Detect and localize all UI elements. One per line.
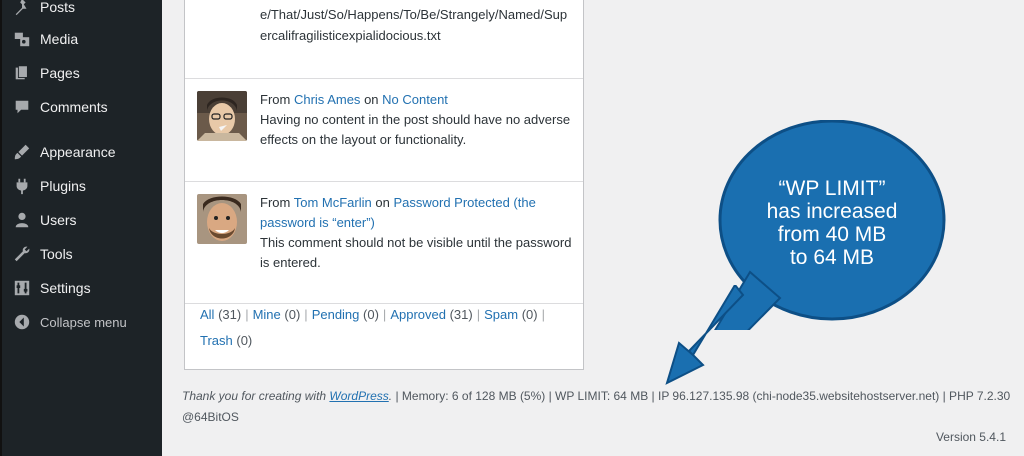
sidebar-item-appearance[interactable]: Appearance <box>2 137 162 167</box>
comment-from-label: From <box>260 92 291 107</box>
separator: | <box>245 307 249 322</box>
settings-icon <box>12 278 32 298</box>
sidebar-item-label: Appearance <box>40 144 116 160</box>
comment-item: From Chris Ames on No Content Having no … <box>185 78 583 181</box>
sidebar-item-label: Tools <box>40 246 73 262</box>
sidebar-item-comments[interactable]: Comments <box>2 92 162 122</box>
collapse-menu-button[interactable]: Collapse menu <box>2 307 162 337</box>
sidebar-item-label: Posts <box>40 0 76 15</box>
sidebar-item-media[interactable]: Media <box>2 24 162 54</box>
admin-sidebar: Posts Media Pages Comments Appearance Pl… <box>0 0 162 456</box>
collapse-menu-label: Collapse menu <box>40 314 127 330</box>
user-icon <box>12 210 32 230</box>
pages-icon <box>12 63 32 83</box>
collapse-icon <box>12 312 32 332</box>
plugin-icon <box>12 176 32 196</box>
comment-body: From Chris Ames on No Content Having no … <box>260 90 578 150</box>
comment-text: This comment should not be visible until… <box>260 235 572 270</box>
sidebar-item-plugins[interactable]: Plugins <box>2 171 162 201</box>
comment-text: Having no content in the post should hav… <box>260 112 571 147</box>
avatar <box>197 91 247 141</box>
filter-mine-link[interactable]: Mine (0) <box>253 307 301 322</box>
sidebar-item-label: Pages <box>40 65 80 81</box>
sidebar-item-label: Plugins <box>40 178 86 194</box>
callout-arrow-icon <box>665 285 745 385</box>
wrench-icon <box>12 244 32 264</box>
comment-icon <box>12 97 32 117</box>
sidebar-item-users[interactable]: Users <box>2 205 162 235</box>
separator: | <box>304 307 308 322</box>
comment-author-link[interactable]: Chris Ames <box>294 92 360 107</box>
media-icon <box>12 29 32 49</box>
sidebar-item-tools[interactable]: Tools <box>2 239 162 269</box>
filter-spam-link[interactable]: Spam (0) <box>484 307 537 322</box>
comment-on-label: on <box>375 195 390 210</box>
separator: | <box>476 307 481 322</box>
sidebar-item-label: Comments <box>40 99 108 115</box>
pin-icon <box>12 0 32 17</box>
comment-meta: From Chris Ames on No Content <box>260 90 578 110</box>
comment-meta: From Tom McFarlin on Password Protected … <box>260 193 578 233</box>
avatar <box>197 194 247 244</box>
sidebar-item-pages[interactable]: Pages <box>2 58 162 88</box>
footer-thanks: Thank you for creating with WordPress. <box>182 389 393 403</box>
filter-all-link[interactable]: All (31) <box>200 307 241 322</box>
sidebar-item-label: Settings <box>40 280 91 296</box>
brush-icon <box>12 142 32 162</box>
filter-approved-link[interactable]: Approved (31) <box>390 307 472 322</box>
activity-comments-panel: e/That/Just/So/Happens/To/Be/Strangely/N… <box>184 0 584 370</box>
comment-filters: All (31) | Mine (0) | Pending (0) | Approved (… <box>200 302 575 354</box>
separator: | <box>541 307 545 322</box>
comment-item: From Tom McFarlin on Password Protected … <box>185 181 583 303</box>
comment-body: From Tom McFarlin on Password Protected … <box>260 193 578 273</box>
comment-text: e/That/Just/So/Happens/To/Be/Strangely/N… <box>260 7 568 43</box>
wordpress-link[interactable]: WordPress <box>329 389 388 403</box>
sidebar-item-label: Media <box>40 31 79 47</box>
comment-from-label: From <box>260 195 291 210</box>
version-label: Version 5.4.1 <box>935 430 1006 444</box>
sidebar-item-label: Users <box>40 212 77 228</box>
comment-on-label: on <box>364 92 379 107</box>
sidebar-item-posts[interactable]: Posts <box>2 0 162 22</box>
admin-footer: Thank you for creating with WordPress. |… <box>182 386 1012 428</box>
comment-author-link[interactable]: Tom McFarlin <box>294 195 372 210</box>
separator: | <box>382 307 387 322</box>
filter-pending-link[interactable]: Pending (0) <box>312 307 379 322</box>
filter-trash-link[interactable]: Trash (0) <box>200 333 252 348</box>
sidebar-item-settings[interactable]: Settings <box>2 273 162 303</box>
callout-text: “WP LIMIT” has increased from 40 MB to 6… <box>766 177 898 269</box>
comment-post-link[interactable]: No Content <box>382 92 448 107</box>
